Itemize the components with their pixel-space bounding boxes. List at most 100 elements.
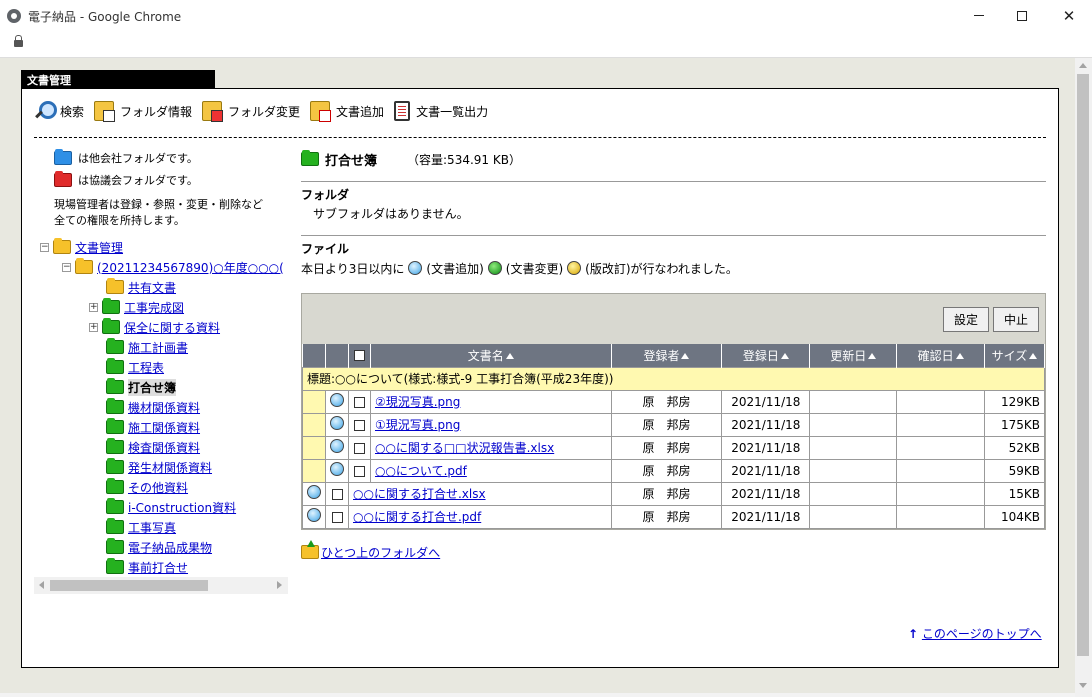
tree-link-schedule[interactable]: 工程表 [128, 359, 164, 376]
tree-link-equipment[interactable]: 機材関係資料 [128, 399, 200, 416]
doc-link[interactable]: ②現況写真.png [375, 395, 460, 409]
status-cell [325, 412, 349, 437]
folder-change-button[interactable]: フォルダ変更 [202, 101, 301, 122]
tree-link-plan[interactable]: 施工計画書 [128, 339, 188, 356]
doc-name-cell: ○○に関する□□状況報告書.xlsx [369, 435, 612, 460]
collapse-icon[interactable]: − [62, 262, 71, 272]
document-add-icon [310, 101, 332, 122]
row-checkbox[interactable] [353, 419, 365, 431]
header-updated[interactable]: 更新日 [809, 344, 898, 367]
tree-link-iconstruction[interactable]: i-Construction資料 [128, 499, 236, 516]
scroll-down-icon[interactable] [1079, 683, 1087, 688]
header-confirmed[interactable]: 確認日 [896, 344, 985, 367]
search-button[interactable]: 検索 [34, 101, 84, 121]
minimize-button[interactable] [956, 0, 1002, 31]
select-all-checkbox[interactable] [353, 350, 365, 362]
updated-cell [809, 458, 898, 483]
tree-item-other: その他資料 [106, 477, 188, 497]
tree-link-inspection[interactable]: 検査関係資料 [128, 439, 200, 456]
doc-link[interactable]: ○○に関する打合せ.xlsx [353, 487, 486, 501]
tree-link-maintenance[interactable]: 保全に関する資料 [124, 319, 220, 336]
group-indent-cell [302, 435, 326, 460]
registered-cell: 2021/11/18 [721, 435, 811, 460]
size-cell: 52KB [983, 435, 1046, 460]
close-button[interactable]: ✕ [1046, 0, 1092, 31]
header-select-all [348, 344, 371, 367]
header-registrant[interactable]: 登録者 [611, 344, 723, 367]
group-title: 標題:○○について(様式:様式-9 工事打合簿(平成23年度)) [302, 366, 1045, 391]
doc-link[interactable]: ○○に関する打合せ.pdf [353, 510, 481, 524]
maximize-button[interactable] [999, 0, 1045, 31]
tree-link-meeting[interactable]: 打合せ簿 [128, 378, 177, 396]
new-document-icon [330, 462, 344, 476]
tree-link-root[interactable]: 文書管理 [75, 239, 123, 256]
green-dot-icon [487, 261, 502, 275]
tree-project: − (20211234567890)○年度○○○( [62, 257, 284, 277]
folder-icon [106, 458, 124, 474]
page-viewport: 文書管理 検索 フォルダ情報 フォルダ変更 文書追加 文書一覧出力 は他会社フォ… [0, 58, 1075, 693]
tree-link-waste[interactable]: 発生材関係資料 [128, 459, 212, 476]
folder-info-icon [94, 101, 116, 122]
row-checkbox[interactable] [331, 488, 343, 500]
status-cell [302, 481, 326, 506]
doc-link[interactable]: ○○について.pdf [375, 464, 467, 478]
scroll-thumb[interactable] [50, 580, 208, 591]
section-folder-heading: フォルダ [301, 181, 1046, 202]
expand-icon[interactable]: + [89, 322, 98, 332]
scroll-right-icon[interactable] [277, 581, 282, 589]
row-checkbox[interactable] [331, 511, 343, 523]
table-row: ○○に関する打合せ.xlsx 原 邦房 2021/11/18 15KB [302, 481, 1046, 506]
row-checkbox[interactable] [353, 442, 365, 454]
tree-link-project[interactable]: (20211234567890)○年度○○○( [97, 259, 284, 276]
registrant-cell: 原 邦房 [610, 435, 723, 460]
doc-link[interactable]: ○○に関する□□状況報告書.xlsx [375, 441, 554, 455]
folder-icon [106, 438, 124, 454]
tree-link-premeeting[interactable]: 事前打合せ [128, 559, 188, 576]
header-size[interactable]: サイズ [984, 344, 1046, 367]
select-cell [325, 504, 349, 529]
notice-change: (文書変更) [505, 261, 564, 276]
tree-horizontal-scrollbar[interactable] [34, 577, 288, 594]
doc-name-cell: ①現況写真.png [369, 412, 612, 437]
tree-link-other[interactable]: その他資料 [128, 479, 188, 496]
table-row: ○○に関する打合せ.pdf 原 邦房 2021/11/18 104KB [302, 504, 1046, 529]
address-bar[interactable] [0, 31, 1092, 58]
search-label: 検索 [60, 104, 85, 119]
tree-link-construction[interactable]: 施工関係資料 [128, 419, 200, 436]
toolbar: 検索 フォルダ情報 フォルダ変更 文書追加 文書一覧出力 [34, 99, 488, 123]
up-folder-link[interactable]: ひとつ上のフォルダへ [321, 544, 440, 561]
sort-icon [505, 353, 514, 360]
new-document-icon [307, 508, 321, 522]
row-checkbox[interactable] [353, 465, 365, 477]
cancel-button[interactable]: 中止 [992, 306, 1039, 332]
new-document-icon [330, 393, 344, 407]
folder-icon [106, 418, 124, 434]
collapse-icon[interactable]: − [40, 242, 49, 252]
sort-icon [955, 353, 964, 360]
tree-link-deliverables[interactable]: 電子納品成果物 [128, 539, 212, 556]
select-cell [348, 435, 371, 460]
document-list-output-button[interactable]: 文書一覧出力 [394, 101, 488, 121]
doc-link[interactable]: ①現況写真.png [375, 418, 460, 432]
row-checkbox[interactable] [353, 396, 365, 408]
registered-cell: 2021/11/18 [721, 458, 811, 483]
tree-link-completion[interactable]: 工事完成図 [124, 299, 184, 316]
size-cell: 15KB [983, 481, 1046, 506]
folder-change-label: フォルダ変更 [228, 104, 301, 119]
select-cell [348, 412, 371, 437]
page-vertical-scrollbar[interactable] [1075, 58, 1092, 697]
document-add-button[interactable]: 文書追加 [310, 101, 384, 122]
folder-icon [106, 498, 124, 514]
header-doc-name[interactable]: 文書名 [370, 344, 612, 367]
registered-cell: 2021/11/18 [721, 481, 811, 506]
settings-button[interactable]: 設定 [942, 306, 989, 332]
scroll-up-icon[interactable] [1079, 63, 1087, 68]
expand-icon[interactable]: + [89, 302, 98, 312]
tree-link-photos[interactable]: 工事写真 [128, 519, 176, 536]
header-registered[interactable]: 登録日 [721, 344, 811, 367]
folder-info-button[interactable]: フォルダ情報 [94, 101, 192, 122]
scroll-left-icon[interactable] [39, 581, 44, 589]
scroll-thumb[interactable] [1077, 74, 1089, 656]
page-top-link[interactable]: このページのトップへ [922, 627, 1042, 641]
tree-link-shared[interactable]: 共有文書 [128, 279, 176, 296]
